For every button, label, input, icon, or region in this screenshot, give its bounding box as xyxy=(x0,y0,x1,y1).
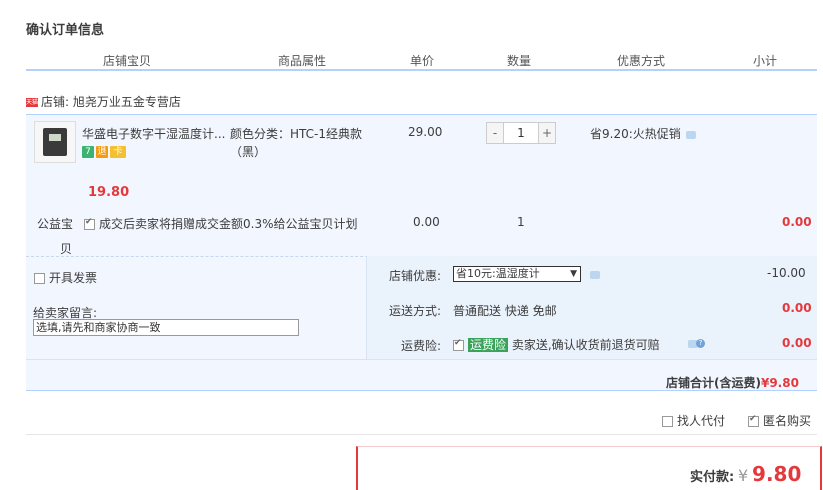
shop-total: 店铺合计(含运费)¥9.80 xyxy=(666,374,799,391)
insurance-amount: 0.00 xyxy=(782,336,812,350)
promotion-label: 省9.20:火热促销 xyxy=(590,127,681,141)
shop-coupon-select[interactable]: 省10元:温湿度计 ▼ xyxy=(453,266,581,282)
chat-icon[interactable] xyxy=(590,271,600,279)
unit-price: 29.00 xyxy=(408,125,443,139)
proxy-pay-option: 找人代付 xyxy=(662,412,725,429)
charity-checkbox[interactable] xyxy=(84,217,95,230)
shop-row: 天猫 店铺: 旭尧万业五金专营店 xyxy=(26,93,181,110)
col-header-discount: 优惠方式 xyxy=(617,54,666,68)
qty-minus-button[interactable]: - xyxy=(487,123,503,143)
anonymous-label: 匿名购买 xyxy=(763,414,812,428)
message-input[interactable]: 选填,请先和商家协商一致 xyxy=(33,319,299,336)
invoice-checkbox[interactable] xyxy=(34,273,45,284)
shipping-amount: 0.00 xyxy=(782,301,812,315)
total-divider xyxy=(26,359,817,360)
insurance-badge: 运费险 xyxy=(468,338,509,352)
invoice-option: 开具发票 xyxy=(34,269,97,286)
charity-row: 成交后卖家将捐赠成交金额0.3%给公益宝贝计划 xyxy=(84,215,358,232)
charity-subtotal: 0.00 xyxy=(782,215,812,229)
insurance-checkbox[interactable] xyxy=(453,338,464,351)
shop-coupon-amount: -10.00 xyxy=(767,266,806,280)
charity-label-cont: 贝 xyxy=(60,242,73,256)
product-thumbnail[interactable] xyxy=(34,121,76,163)
invoice-label: 开具发票 xyxy=(49,271,98,285)
col-header-price: 单价 xyxy=(410,54,435,68)
promotion-text: 省9.20:火热促销 xyxy=(590,125,696,142)
dropdown-arrow-icon: ▼ xyxy=(570,269,577,279)
payment-label: 实付款: xyxy=(690,470,735,485)
return-shipping-icon[interactable]: 退 xyxy=(96,145,108,158)
shipping-method: 普通配送 快递 免邮 xyxy=(453,304,557,318)
payment-total: 实付款: ¥ 9.80 xyxy=(690,462,801,486)
anonymous-option: 匿名购买 xyxy=(748,412,811,429)
shop-total-label: 店铺合计(含运费) xyxy=(666,376,761,390)
options-divider-line xyxy=(26,434,817,435)
col-header-attributes: 商品属性 xyxy=(278,54,327,68)
col-header-quantity: 数量 xyxy=(507,54,532,68)
qty-plus-button[interactable]: + xyxy=(539,123,555,143)
shop-total-value: ¥9.80 xyxy=(760,376,799,390)
charity-text: 成交后卖家将捐赠成交金额0.3%给公益宝贝计划 xyxy=(99,217,358,231)
tmall-icon: 天猫 xyxy=(26,98,39,107)
seven-day-return-icon[interactable]: 7 xyxy=(82,145,94,158)
insurance-label: 运费险: xyxy=(401,339,442,353)
payment-value: 9.80 xyxy=(752,462,802,486)
col-header-items: 店铺宝贝 xyxy=(103,54,152,68)
charity-quantity: 1 xyxy=(517,215,525,229)
shop-name[interactable]: 店铺: 旭尧万业五金专营店 xyxy=(41,95,181,109)
chat-icon[interactable] xyxy=(685,130,696,139)
col-header-subtotal: 小计 xyxy=(753,54,778,68)
insurance-row: 运费险 卖家送,确认收货前退货可赔 xyxy=(453,336,660,353)
proxy-pay-label: 找人代付 xyxy=(677,414,726,428)
page-title: 确认订单信息 xyxy=(26,23,105,38)
quantity-stepper: - 1 + xyxy=(486,122,556,144)
insurance-text: 卖家送,确认收货前退货可赔 xyxy=(511,338,660,352)
help-icon[interactable]: ? xyxy=(696,339,705,348)
options-divider xyxy=(366,256,367,359)
product-attribute: 颜色分类：HTC-1经典款 xyxy=(230,127,362,141)
anonymous-checkbox[interactable] xyxy=(748,414,759,427)
shop-coupon-label: 店铺优惠: xyxy=(389,269,442,283)
charity-price: 0.00 xyxy=(413,215,440,229)
qty-input[interactable]: 1 xyxy=(503,123,539,143)
product-attribute-cont: （黑） xyxy=(230,145,267,159)
proxy-pay-checkbox[interactable] xyxy=(662,416,673,427)
credit-card-icon[interactable]: 卡 xyxy=(110,145,126,158)
currency-symbol: ¥ xyxy=(738,466,749,485)
shipping-label: 运送方式: xyxy=(389,304,442,318)
header-divider xyxy=(26,69,817,71)
item-subtotal: 19.80 xyxy=(88,185,130,200)
charity-label: 公益宝 xyxy=(37,217,74,231)
service-badges: 7退卡 xyxy=(82,144,128,158)
product-name[interactable]: 华盛电子数字干湿温度计... xyxy=(82,125,225,142)
shop-coupon-value: 省10元:温湿度计 xyxy=(456,267,540,280)
